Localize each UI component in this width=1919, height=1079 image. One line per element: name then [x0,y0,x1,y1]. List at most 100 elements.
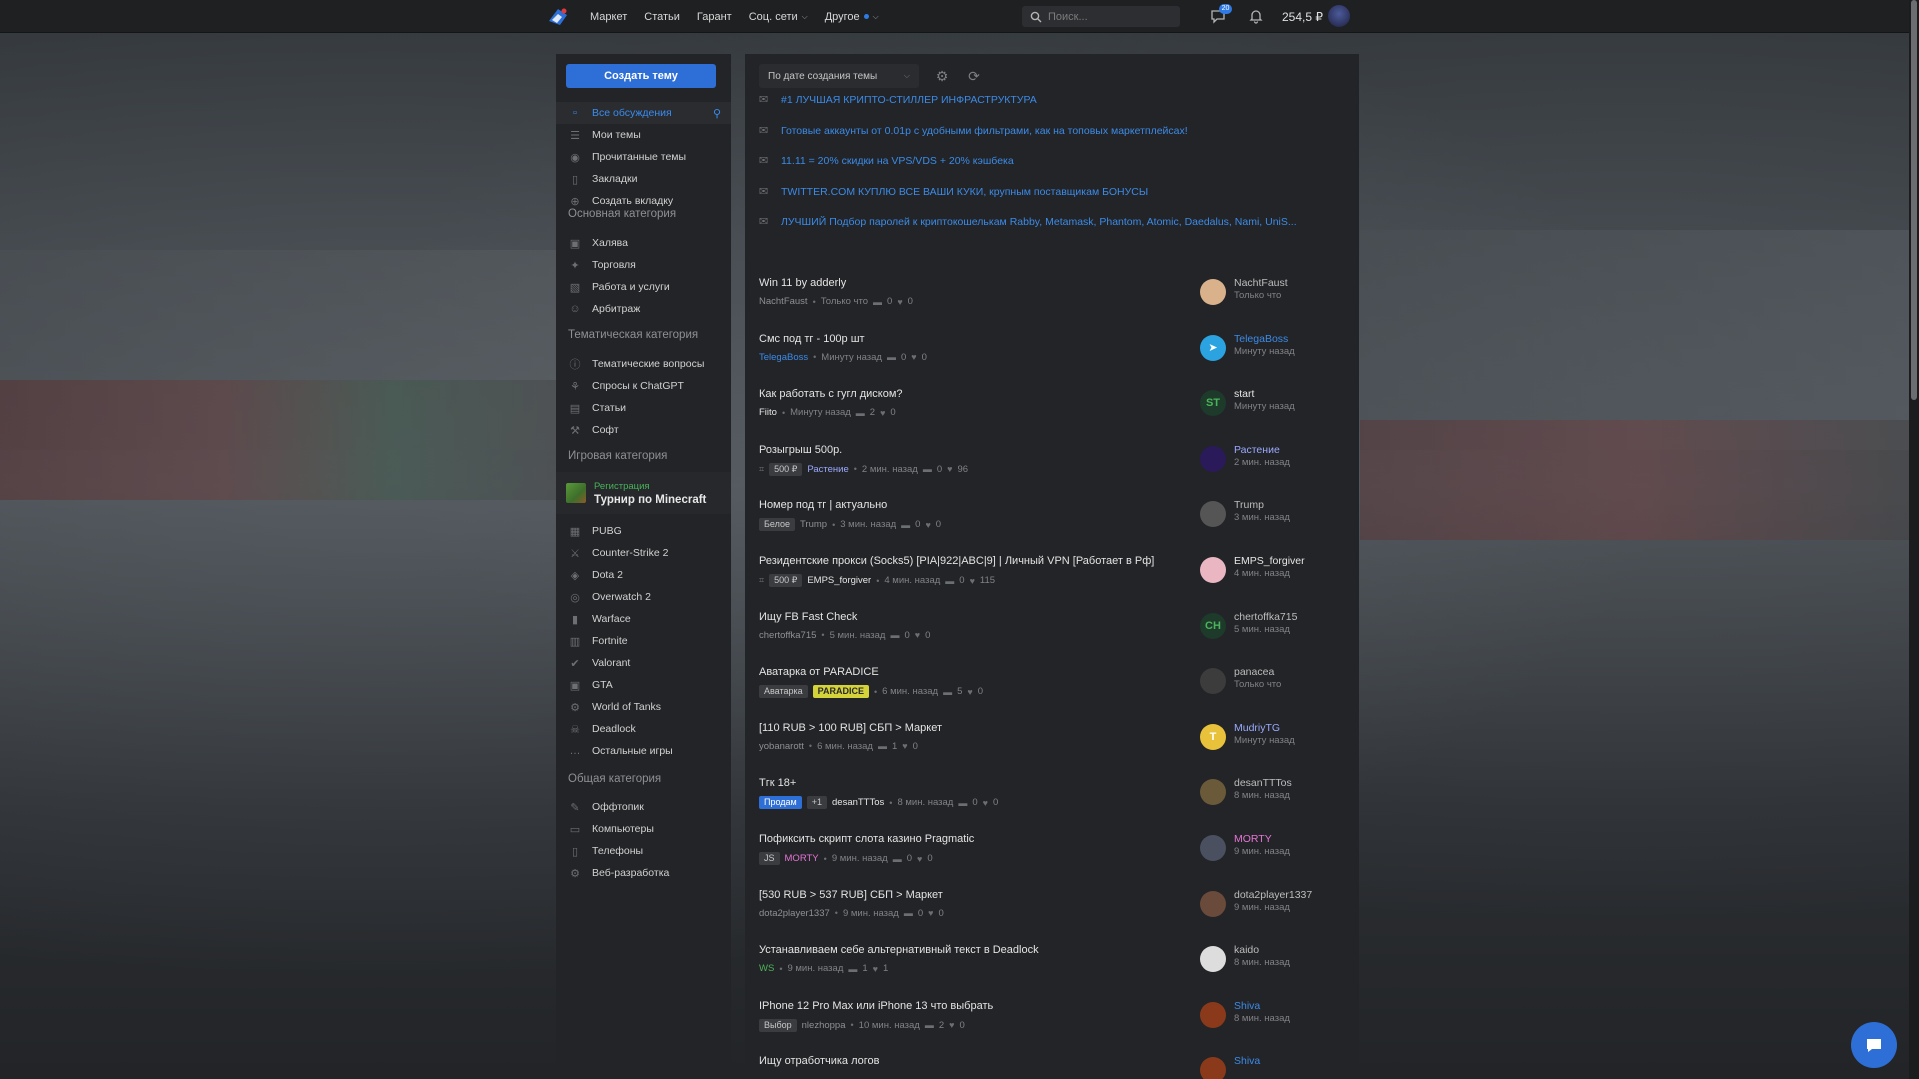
announcement-link[interactable]: ✉ TWITTER.COM КУПЛЮ ВСЕ ВАШИ КУКИ, крупны… [759,183,1148,201]
thread-title[interactable]: Ищу FB Fast Check [759,611,857,623]
thread-author[interactable]: desanTTTos [832,797,884,808]
avatar[interactable] [1200,557,1226,583]
avatar[interactable] [1200,890,1226,917]
search-icon[interactable]: ⚲ [713,107,721,120]
site-logo-icon[interactable] [546,6,570,28]
thread-author[interactable]: yobanarott [759,741,804,752]
thread-prefix-tag[interactable]: PARADICE [812,685,870,699]
thread-author[interactable]: dota2player1337 [759,908,830,919]
sidebar-item-pubg[interactable]: ▦ PUBG [556,520,731,542]
thread-title[interactable]: Розыгрыш 500р. [759,444,842,456]
thread-title[interactable]: Как работать с гугл диском? [759,388,903,400]
sidebar-item-тематические-вопросы[interactable]: ⓘ Тематические вопросы [556,353,731,375]
last-post-user[interactable]: TelegaBoss [1234,333,1288,345]
nav-guarantor[interactable]: Гарант [697,11,732,23]
avatar[interactable]: ST [1200,390,1226,417]
thread-author[interactable]: TelegaBoss [759,352,808,363]
thread-prefix-tag[interactable]: Аватарка [759,685,808,699]
thread-prefix-tag[interactable]: +1 [806,796,827,810]
sidebar-item-counter-strike-2[interactable]: ⚔ Counter-Strike 2 [556,542,731,564]
avatar[interactable] [1200,445,1226,472]
avatar[interactable] [1200,1057,1226,1079]
last-post-user[interactable]: MORTY [1234,833,1272,845]
sidebar-item-my-threads[interactable]: ☰ Мои темы [556,124,731,146]
sidebar-item-deadlock[interactable]: ☠ Deadlock [556,718,731,740]
thread-title[interactable]: IPhone 12 Pro Max или iPhone 13 что выбр… [759,1000,993,1012]
avatar[interactable] [1200,279,1226,305]
last-post-user[interactable]: Trump [1234,499,1264,511]
thread-title[interactable]: Устанавливаем себе альтернативный текст … [759,944,1039,956]
thread-author[interactable]: chertoffka715 [759,630,816,641]
announcement-link[interactable]: ✉ #1 ЛУЧШАЯ КРИПТО-СТИЛЛЕР ИНФРАСТРУКТУРА [759,91,1037,109]
create-thread-button[interactable]: Создать тему [566,64,716,88]
sidebar-item-trade[interactable]: ✦ Торговля [556,254,731,276]
avatar[interactable] [1200,946,1226,973]
chat-button[interactable] [1851,1022,1897,1068]
search-box[interactable] [1022,6,1180,27]
scrollbar-thumb[interactable] [1911,0,1917,400]
balance-display[interactable]: 254,5 ₽ [1282,10,1323,24]
thread-title[interactable]: Ищу отработчика логов [759,1055,880,1067]
sidebar-item-read-threads[interactable]: ◉ Прочитанные темы [556,146,731,168]
nav-social[interactable]: Соц. сети ⌵ [749,11,808,23]
sidebar-item-jobs[interactable]: ▧ Работа и услуги [556,276,731,298]
avatar[interactable]: T [1200,723,1226,750]
sidebar-item-fortnite[interactable]: ▥ Fortnite [556,630,731,652]
thread-title[interactable]: Тгк 18+ [759,777,796,789]
thread-author[interactable]: nlezhoppa [802,1020,846,1031]
nav-market[interactable]: Маркет [590,11,627,23]
thread-title[interactable]: Win 11 by adderly [759,277,846,289]
last-post-user[interactable]: NachtFaust [1234,277,1288,289]
nav-articles[interactable]: Статьи [644,11,680,23]
sidebar-item-freebies[interactable]: ▣ Халява [556,232,731,254]
announcement-link[interactable]: ✉ ЛУЧШИЙ Подбор паролей к криптокошелькам… [759,213,1297,231]
sort-dropdown[interactable]: По дате создания темы ⌵ [759,64,919,88]
thread-prefix-tag[interactable]: Белое [759,518,795,532]
thread-author[interactable]: Trump [800,519,827,530]
last-post-user[interactable]: MudriyTG [1234,722,1280,734]
last-post-user[interactable]: start [1234,388,1254,400]
thread-title[interactable]: Номер под тг | актуально [759,499,887,511]
announcement-link[interactable]: ✉ 11.11 = 20% скидки на VPS/VDS + 20% кэш… [759,152,1014,170]
sidebar-item-телефоны[interactable]: ▯ Телефоны [556,840,731,862]
sidebar-item-gta[interactable]: ▣ GTA [556,674,731,696]
sidebar-item-остальные-игры[interactable]: … Остальные игры [556,740,731,762]
thread-author[interactable]: NachtFaust [759,296,808,307]
sidebar-item-bookmarks[interactable]: ▯ Закладки [556,168,731,190]
user-avatar[interactable] [1328,5,1350,27]
thread-title[interactable]: Пофиксить скрипт слота казино Pragmatic [759,833,974,845]
thread-author[interactable]: Fiito [759,407,777,418]
sidebar-item-веб-разработка[interactable]: ⚙ Веб-разработка [556,862,731,884]
thread-author[interactable]: Растение [807,464,848,475]
avatar[interactable] [1200,1001,1226,1028]
thread-prefix-tag[interactable]: 500 ₽ [769,462,803,476]
search-input[interactable] [1048,10,1168,23]
avatar[interactable] [1200,835,1226,861]
announcement-link[interactable]: ✉ Готовые аккаунты от 0.01р с удобными фи… [759,122,1188,140]
tournament-promo[interactable]: Регистрация Турнир по Minecraft [556,472,731,514]
last-post-user[interactable]: desanTTTos [1234,777,1292,789]
sidebar-item-софт[interactable]: ⚒ Софт [556,419,731,441]
sidebar-item-overwatch-2[interactable]: ◎ Overwatch 2 [556,586,731,608]
avatar[interactable] [1200,501,1226,528]
last-post-user[interactable]: Shiva [1234,1000,1260,1012]
last-post-user[interactable]: kaido [1234,944,1259,956]
last-post-user[interactable]: Shiva [1234,1055,1260,1067]
bell-icon[interactable] [1247,7,1265,25]
last-post-user[interactable]: chertoffka715 [1234,611,1297,623]
last-post-user[interactable]: dota2player1337 [1234,889,1312,901]
sidebar-item-статьи[interactable]: ▤ Статьи [556,397,731,419]
sidebar-item-arbitrage[interactable]: ☺ Арбитраж [556,298,731,320]
thread-title[interactable]: [530 RUB > 537 RUB] СБП > Маркет [759,889,943,901]
last-post-user[interactable]: EMPS_forgiver [1234,555,1305,567]
avatar[interactable]: ➤ [1200,334,1226,361]
thread-prefix-tag[interactable]: 500 ₽ [769,574,803,587]
avatar[interactable] [1200,668,1226,695]
page-scrollbar[interactable] [1909,0,1919,1079]
sidebar-item-all-discussions[interactable]: ▫ Все обсуждения ⚲ [556,102,731,124]
settings-gear-icon[interactable]: ⚙ [934,68,950,84]
refresh-icon[interactable]: ⟳ [966,68,982,84]
sidebar-item-dota-2[interactable]: ◈ Dota 2 [556,564,731,586]
thread-author[interactable]: WS [759,963,774,974]
sidebar-item-компьютеры[interactable]: ▭ Компьютеры [556,818,731,840]
